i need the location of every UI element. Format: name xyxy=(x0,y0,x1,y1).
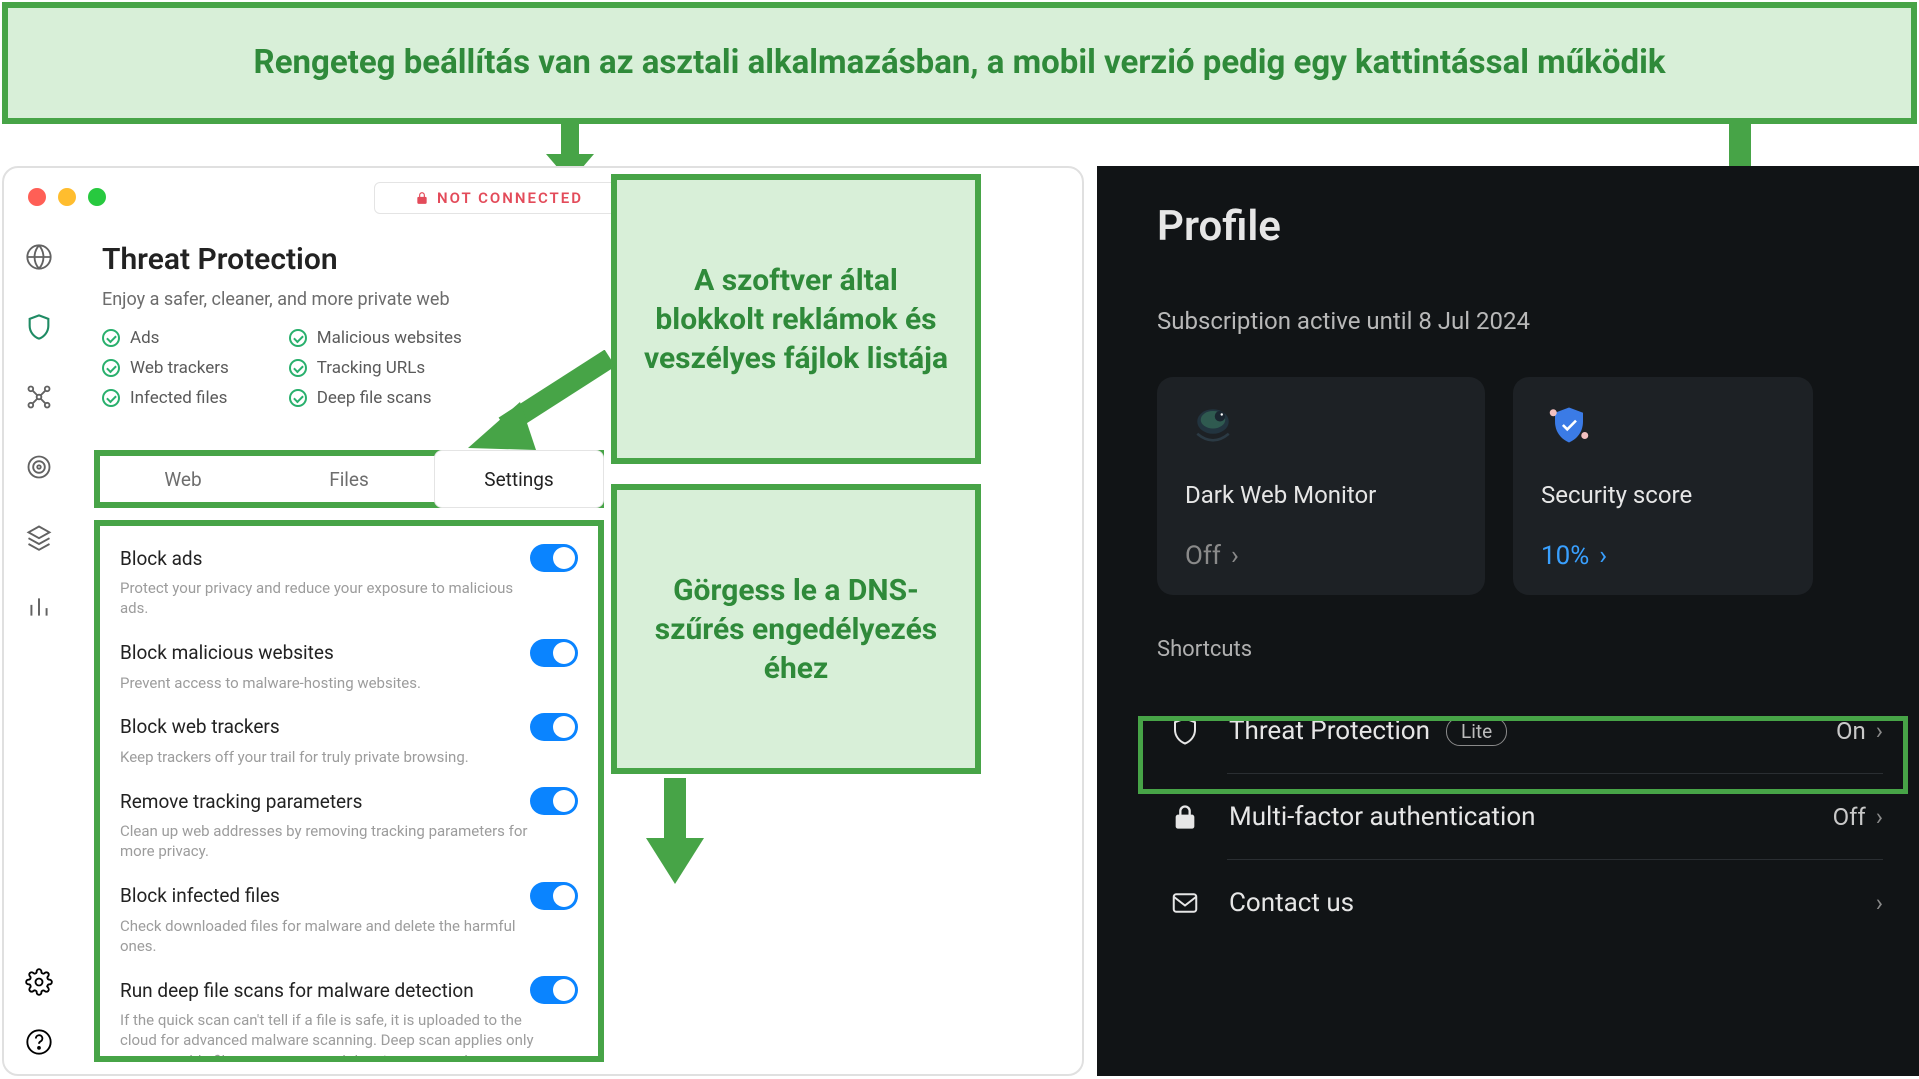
card-value: Off› xyxy=(1185,541,1457,571)
setting-label: Block malicious websites xyxy=(120,641,334,664)
close-icon[interactable] xyxy=(28,188,46,206)
toggle-switch[interactable] xyxy=(530,787,578,815)
arrow-to-tabs xyxy=(450,350,620,460)
mobile-title: Profile xyxy=(1157,202,1919,251)
sidebar-rail xyxy=(4,232,74,1074)
row-value: Off› xyxy=(1833,803,1883,831)
setting-row: Block web trackers Keep trackers off you… xyxy=(120,713,578,767)
maximize-icon[interactable] xyxy=(88,188,106,206)
check-icon xyxy=(289,329,307,347)
check-icon xyxy=(289,389,307,407)
globe-icon[interactable] xyxy=(22,240,56,274)
toggle-switch[interactable] xyxy=(530,976,578,1004)
cards-row: Dark Web Monitor Off› Security score 10%… xyxy=(1157,377,1919,595)
setting-desc: Prevent access to malware-hosting websit… xyxy=(120,673,540,693)
feature-item: Tracking URLs xyxy=(289,358,462,378)
setting-desc: Protect your privacy and reduce your exp… xyxy=(120,578,540,619)
highlight-threat-protection xyxy=(1138,716,1908,794)
callout-text: A szoftver által blokkolt reklámok és ve… xyxy=(639,261,953,378)
card-title: Security score xyxy=(1541,481,1785,509)
connection-status-text: NOT CONNECTED xyxy=(437,189,583,207)
feature-item: Infected files xyxy=(102,388,229,408)
connection-status: NOT CONNECTED xyxy=(374,182,624,214)
mobile-screen: Profile Subscription active until 8 Jul … xyxy=(1097,166,1919,1076)
banner-text: Rengeteg beállítás van az asztali alkalm… xyxy=(254,42,1666,83)
setting-row: Block ads Protect your privacy and reduc… xyxy=(120,544,578,619)
card-security-score[interactable]: Security score 10%› xyxy=(1513,377,1813,595)
callout-dns-scroll: Görgess le a DNS-szűrés engedélyezés éhe… xyxy=(611,484,981,774)
check-icon xyxy=(102,389,120,407)
sidebar-rail-bottom xyxy=(4,968,74,1060)
top-banner: Rengeteg beállítás van az asztali alkalm… xyxy=(2,2,1917,124)
feature-item: Malicious websites xyxy=(289,328,462,348)
help-icon[interactable] xyxy=(25,1028,53,1060)
setting-desc: Check downloaded files for malware and d… xyxy=(120,916,540,957)
arrow-scroll-down xyxy=(640,778,710,888)
setting-desc: Clean up web addresses by removing track… xyxy=(120,821,540,862)
settings-panel: Block ads Protect your privacy and reduc… xyxy=(94,520,604,1062)
lock-icon xyxy=(415,191,429,205)
check-icon xyxy=(289,359,307,377)
setting-desc: If the quick scan can't tell if a file i… xyxy=(120,1010,540,1062)
toggle-switch[interactable] xyxy=(530,713,578,741)
minimize-icon[interactable] xyxy=(58,188,76,206)
toggle-switch[interactable] xyxy=(530,882,578,910)
setting-row: Block infected files Check downloaded fi… xyxy=(120,882,578,957)
tab-files[interactable]: Files xyxy=(266,456,432,502)
feature-item: Deep file scans xyxy=(289,388,462,408)
mail-icon xyxy=(1167,888,1203,918)
toggle-switch[interactable] xyxy=(530,639,578,667)
chevron-right-icon: › xyxy=(1876,889,1883,917)
target-icon[interactable] xyxy=(22,450,56,484)
chevron-right-icon: › xyxy=(1876,803,1883,831)
security-score-icon xyxy=(1541,401,1597,449)
stats-icon[interactable] xyxy=(22,590,56,624)
card-value: 10%› xyxy=(1541,541,1785,571)
window-controls[interactable] xyxy=(28,188,106,206)
lock-icon xyxy=(1167,803,1203,831)
card-dark-web-monitor[interactable]: Dark Web Monitor Off› xyxy=(1157,377,1485,595)
chevron-right-icon: › xyxy=(1599,541,1607,571)
row-label: Multi-factor authentication xyxy=(1229,802,1833,832)
card-title: Dark Web Monitor xyxy=(1185,481,1457,509)
setting-label: Block ads xyxy=(120,547,202,570)
feature-item: Web trackers xyxy=(102,358,229,378)
callout-blocked-list: A szoftver által blokkolt reklámok és ve… xyxy=(611,174,981,464)
shield-icon[interactable] xyxy=(22,310,56,344)
dark-web-icon xyxy=(1185,401,1241,449)
setting-label: Remove tracking parameters xyxy=(120,790,362,813)
callout-text: Görgess le a DNS-szűrés engedélyezés éhe… xyxy=(639,571,953,688)
feature-item: Ads xyxy=(102,328,229,348)
gear-icon[interactable] xyxy=(25,968,53,1000)
tab-web[interactable]: Web xyxy=(100,456,266,502)
setting-row: Remove tracking parameters Clean up web … xyxy=(120,787,578,862)
setting-label: Block web trackers xyxy=(120,715,280,738)
row-value: › xyxy=(1876,889,1883,917)
chevron-right-icon: › xyxy=(1231,541,1239,571)
setting-row: Run deep file scans for malware detectio… xyxy=(120,976,578,1062)
layers-icon[interactable] xyxy=(22,520,56,554)
mesh-icon[interactable] xyxy=(22,380,56,414)
row-contact[interactable]: Contact us › xyxy=(1137,860,1919,946)
row-label: Contact us xyxy=(1229,888,1876,918)
setting-label: Block infected files xyxy=(120,884,280,907)
setting-row: Block malicious websites Prevent access … xyxy=(120,639,578,693)
setting-label: Run deep file scans for malware detectio… xyxy=(120,979,474,1002)
subscription-text: Subscription active until 8 Jul 2024 xyxy=(1157,307,1919,335)
section-header: Shortcuts xyxy=(1157,637,1919,662)
check-icon xyxy=(102,359,120,377)
toggle-switch[interactable] xyxy=(530,544,578,572)
setting-desc: Keep trackers off your trail for truly p… xyxy=(120,747,540,767)
check-icon xyxy=(102,329,120,347)
